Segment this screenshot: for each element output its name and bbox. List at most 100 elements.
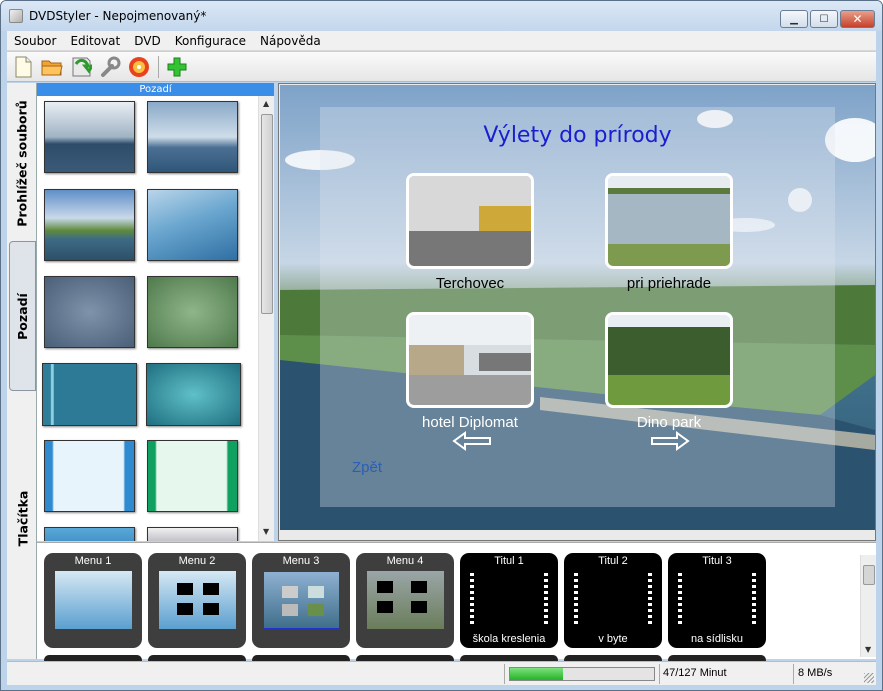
background-thumbnail[interactable]: [147, 189, 238, 261]
new-button[interactable]: [11, 55, 35, 79]
menu-card[interactable]: Menu 1: [44, 553, 142, 648]
menu-preview: [263, 571, 340, 629]
tab-file-browser-label: Prohlížeč souborů: [15, 99, 30, 227]
scroll-down-icon[interactable]: ▼: [865, 645, 871, 654]
background-thumbnail[interactable]: [147, 276, 238, 348]
menu-button-label: Dino park: [636, 414, 702, 431]
menu-card-selected[interactable]: Menu 3: [252, 553, 350, 648]
background-thumbnail[interactable]: [44, 276, 135, 348]
card-name: Menu 1: [74, 555, 112, 567]
menu-button-dino-park[interactable]: [605, 312, 733, 408]
menu-soubor[interactable]: Soubor: [7, 34, 63, 48]
menu-editor: Výlety do prírody Terchovec pri priehrad…: [278, 83, 876, 541]
scrollbar-thumb[interactable]: [261, 114, 273, 314]
scroll-down-icon[interactable]: ▼: [263, 527, 269, 536]
scroll-up-icon[interactable]: ▲: [263, 99, 269, 108]
previous-arrow-icon[interactable]: [452, 431, 492, 451]
minimize-button[interactable]: ▁: [780, 10, 808, 28]
menu-editovat[interactable]: Editovat: [63, 34, 127, 48]
menu-content-area: [320, 107, 835, 507]
status-divider: [659, 664, 660, 684]
resize-grip[interactable]: [864, 673, 874, 683]
button-thumbnail: [409, 176, 531, 266]
card-name: Titul 1: [494, 555, 524, 567]
tab-buttons-label: Tlačítka: [15, 490, 31, 546]
menu-napoveda[interactable]: Nápověda: [253, 34, 328, 48]
menu-button-label: hotel Diplomat: [422, 414, 518, 431]
menu-card[interactable]: Menu 4: [356, 553, 454, 648]
menu-preview: [55, 571, 132, 629]
film-strip: [470, 573, 474, 625]
next-arrow-icon[interactable]: [650, 431, 690, 451]
background-thumbnail[interactable]: [44, 101, 135, 173]
new-file-icon: [15, 56, 32, 77]
scrollbar-thumb[interactable]: [863, 565, 875, 585]
disc-usage-bar: [509, 667, 655, 681]
window-title: DVDStyler - Nepojmenovaný*: [29, 9, 207, 23]
film-strip: [752, 573, 756, 625]
card-name: Titul 3: [702, 555, 732, 567]
add-icon: [167, 57, 187, 76]
gallery-scrollbar[interactable]: ▲ ▼: [258, 96, 274, 541]
film-strip: [544, 573, 548, 625]
menu-button-pri-priehrade[interactable]: [605, 173, 733, 269]
menu-canvas[interactable]: Výlety do prírody Terchovec pri priehrad…: [280, 85, 875, 530]
bitrate: 8 MB/s: [798, 667, 833, 679]
close-button[interactable]: ✕: [840, 10, 875, 28]
background-thumbnail[interactable]: [44, 189, 135, 261]
status-divider: [504, 664, 505, 684]
film-strip: [574, 573, 578, 625]
tab-backgrounds[interactable]: Pozadí: [9, 241, 36, 391]
side-tabs: Prohlížeč souborů Pozadí Tlačítka: [7, 83, 37, 659]
menu-title[interactable]: Výlety do prírody: [280, 123, 875, 148]
card-name: Menu 4: [386, 555, 424, 567]
menu-card[interactable]: Menu 2: [148, 553, 246, 648]
save-button[interactable]: [69, 55, 93, 79]
tab-backgrounds-label: Pozadí: [15, 292, 31, 340]
app-window: DVDStyler - Nepojmenovaný* ▁ ☐ ✕ Soubor …: [0, 0, 883, 691]
status-divider: [793, 664, 794, 684]
title-card[interactable]: Titul 1 škola kreslenia: [460, 553, 558, 648]
background-thumbnail[interactable]: [44, 527, 135, 541]
background-thumbnail[interactable]: [147, 527, 238, 541]
open-folder-icon: [41, 60, 63, 75]
back-button[interactable]: Zpět: [352, 459, 382, 476]
background-thumbnail[interactable]: [147, 101, 238, 173]
open-button[interactable]: [40, 55, 64, 79]
minimize-icon: ▁: [790, 13, 798, 25]
film-strip: [648, 573, 652, 625]
maximize-button[interactable]: ☐: [810, 10, 838, 28]
status-bar: 47/127 Minut 8 MB/s: [7, 661, 876, 685]
disc-minutes: 47/127 Minut: [663, 667, 727, 679]
card-subtitle: škola kreslenia: [472, 633, 546, 645]
panel-header: Pozadí: [37, 83, 274, 96]
burn-button[interactable]: [127, 55, 151, 79]
button-thumbnail: [409, 315, 531, 405]
background-thumbnail[interactable]: [147, 440, 238, 512]
title-card[interactable]: Titul 3 na sídlisku: [668, 553, 766, 648]
menu-preview: [159, 571, 236, 629]
titleset-scrollbar[interactable]: ▼: [860, 555, 876, 657]
tab-file-browser[interactable]: Prohlížeč souborů: [9, 89, 36, 237]
menu-button-terchovec[interactable]: [406, 173, 534, 269]
app-icon: [9, 9, 23, 23]
menu-preview: [367, 571, 444, 629]
background-thumbnail[interactable]: [42, 363, 137, 426]
background-thumbnail[interactable]: [44, 440, 135, 512]
title-bar: DVDStyler - Nepojmenovaný* ▁ ☐ ✕: [1, 1, 882, 31]
menu-bar: Soubor Editovat DVD Konfigurace Nápověda: [7, 31, 876, 51]
menu-konfigurace[interactable]: Konfigurace: [168, 34, 253, 48]
save-icon: [72, 57, 92, 76]
card-subtitle: na sídlisku: [691, 633, 743, 645]
settings-wrench-icon: [101, 56, 121, 77]
card-name: Menu 3: [282, 555, 320, 567]
background-thumbnail[interactable]: [146, 363, 241, 426]
add-button[interactable]: [165, 55, 189, 79]
settings-button[interactable]: [98, 55, 122, 79]
menu-button-hotel-diplomat[interactable]: [406, 312, 534, 408]
button-thumbnail: [608, 176, 730, 266]
title-card[interactable]: Titul 2 v byte: [564, 553, 662, 648]
close-icon: ✕: [852, 12, 863, 26]
tab-buttons[interactable]: Tlačítka: [9, 443, 36, 593]
menu-dvd[interactable]: DVD: [127, 34, 167, 48]
